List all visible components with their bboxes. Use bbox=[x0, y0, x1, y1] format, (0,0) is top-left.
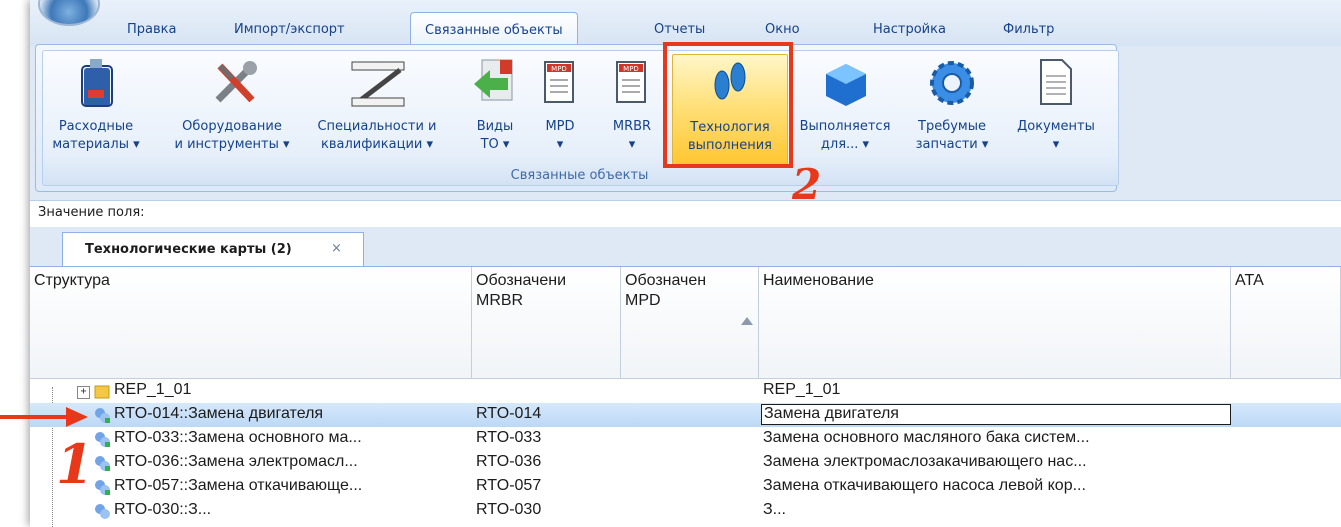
specialties-button[interactable]: Специальности и квалификации ▾ bbox=[312, 54, 442, 166]
mpd-label-2: ▾ bbox=[556, 137, 564, 152]
table-row[interactable]: RTO-033::Замена основного ма... RTO-033 … bbox=[30, 427, 1341, 451]
structure-cell: RTO-036::Замена электромасл... bbox=[114, 453, 358, 470]
tab-filter[interactable]: Фильтр bbox=[1003, 22, 1054, 37]
required-parts-label-1: Требумые bbox=[918, 119, 986, 134]
equipment-label-2: и инструменты ▾ bbox=[174, 137, 290, 152]
table-row[interactable]: RTO-036::Замена электромасл... RTO-036 З… bbox=[30, 451, 1341, 475]
maintenance-types-button[interactable]: Виды ТО ▾ bbox=[474, 54, 516, 166]
column-header-ata[interactable]: ATA bbox=[1231, 267, 1341, 379]
table-row[interactable]: + REP_1_01 REP_1_01 bbox=[30, 379, 1341, 403]
close-icon[interactable]: × bbox=[331, 241, 342, 256]
ruler-icon bbox=[351, 61, 405, 107]
column-header-mrbr-line2: MRBR bbox=[476, 292, 524, 309]
document-icon bbox=[1040, 59, 1072, 105]
name-cell: Замена электромаслозакачивающего нас... bbox=[763, 453, 1087, 470]
consumables-label-2: материалы ▾ bbox=[52, 137, 140, 152]
structure-cell: REP_1_01 bbox=[114, 381, 192, 398]
required-parts-label-2: запчасти ▾ bbox=[915, 137, 989, 152]
column-header-mpd-line2: MPD bbox=[625, 292, 661, 309]
maintenance-types-label-1: Виды bbox=[476, 119, 514, 134]
ribbon-group-label: Связанные объекты bbox=[510, 168, 649, 183]
mrbr-label-1: MRBR bbox=[612, 119, 652, 134]
performed-for-label-1: Выполняется bbox=[799, 119, 891, 134]
tab-reports[interactable]: Отчеты bbox=[654, 22, 705, 37]
column-header-mpd[interactable]: Обозначен MPD bbox=[621, 267, 759, 379]
tech-card-icon bbox=[95, 456, 110, 471]
expand-icon[interactable]: + bbox=[77, 386, 90, 399]
mpd-doc-icon: MPD bbox=[544, 61, 574, 103]
mrbr-cell: RTO-030 bbox=[476, 501, 542, 518]
name-cell: Замена основного масляного бака систем..… bbox=[763, 429, 1090, 446]
name-cell: Замена откачивающего насоса левой кор... bbox=[763, 477, 1086, 494]
equipment-label-1: Оборудование bbox=[182, 119, 282, 134]
tech-card-icon bbox=[95, 432, 110, 447]
app-orb-icon[interactable] bbox=[38, 0, 100, 26]
name-cell: З... bbox=[763, 501, 786, 518]
structure-cell: RTO-014::Замена двигателя bbox=[114, 405, 324, 422]
equipment-tools-button[interactable]: Оборудование и инструменты ▾ bbox=[168, 54, 296, 166]
mpd-button[interactable]: MPD MPD ▾ bbox=[538, 54, 582, 166]
consumables-button[interactable]: Расходные материалы ▾ bbox=[44, 54, 148, 166]
mrbr-cell: RTO-033 bbox=[476, 429, 542, 446]
mrbr-cell: RTO-036 bbox=[476, 453, 542, 470]
required-parts-button[interactable]: Требумые запчасти ▾ bbox=[904, 54, 1000, 166]
table-row-selected[interactable]: RTO-014::Замена двигателя RTO-014 Замена… bbox=[30, 403, 1341, 427]
column-header-mpd-line1: Обозначен bbox=[625, 272, 707, 289]
tab-edit[interactable]: Правка bbox=[127, 22, 176, 37]
tab-tech-cards[interactable]: Технологические карты (2) × bbox=[62, 232, 364, 267]
mrbr-doc-icon: MPD bbox=[616, 61, 646, 103]
structure-cell: RTO-033::Замена основного ма... bbox=[114, 429, 362, 446]
consumables-label-1: Расходные bbox=[58, 119, 134, 134]
svg-text:MPD: MPD bbox=[551, 65, 567, 73]
mpd-label-1: MPD bbox=[545, 119, 575, 134]
sort-asc-icon bbox=[741, 317, 753, 325]
performed-for-button[interactable]: Выполняется для... ▾ bbox=[788, 54, 902, 166]
blue-cube-icon bbox=[826, 64, 866, 106]
mrbr-label-2: ▾ bbox=[628, 137, 636, 152]
tech-card-icon bbox=[95, 408, 110, 423]
tech-cards-grid: Структура Обозначени MRBR Обозначен MPD … bbox=[30, 266, 1341, 527]
oil-can-icon bbox=[81, 59, 113, 107]
gear-icon bbox=[930, 61, 974, 105]
highlight-box bbox=[663, 42, 793, 168]
mrbr-cell: RTO-057 bbox=[476, 477, 542, 494]
tools-icon bbox=[215, 61, 257, 103]
structure-cell: RTO-030::З... bbox=[114, 501, 212, 518]
performed-for-label-2: для... ▾ bbox=[820, 137, 870, 152]
table-row[interactable]: RTO-057::Замена откачивающе... RTO-057 З… bbox=[30, 475, 1341, 499]
column-header-mrbr[interactable]: Обозначени MRBR bbox=[472, 267, 621, 379]
tab-import-export[interactable]: Импорт/экспорт bbox=[234, 22, 345, 37]
field-value-label: Значение поля: bbox=[38, 205, 145, 220]
column-header-structure[interactable]: Структура bbox=[30, 267, 472, 379]
tab-settings[interactable]: Настройка bbox=[873, 22, 946, 37]
specialties-label-1: Специальности и bbox=[317, 119, 437, 134]
tab-tech-cards-label: Технологические карты (2) bbox=[85, 242, 292, 257]
field-value-bar: Значение поля: bbox=[30, 200, 1341, 228]
name-cell[interactable]: Замена двигателя bbox=[764, 405, 899, 423]
structure-cell: RTO-057::Замена откачивающе... bbox=[114, 477, 363, 494]
mrbr-cell: RTO-014 bbox=[476, 405, 542, 422]
tech-card-icon bbox=[95, 504, 110, 519]
folder-icon bbox=[94, 385, 110, 399]
documents-button[interactable]: Документы ▾ bbox=[1006, 54, 1106, 166]
table-row[interactable]: RTO-030::З... RTO-030 З... bbox=[30, 499, 1341, 523]
tech-card-icon bbox=[95, 480, 110, 495]
maintenance-types-label-2: ТО ▾ bbox=[480, 137, 510, 152]
annotation-arrow-icon bbox=[0, 407, 88, 427]
specialties-label-2: квалификации ▾ bbox=[320, 137, 434, 152]
documents-label-1: Документы bbox=[1017, 119, 1095, 134]
documents-label-2: ▾ bbox=[1052, 137, 1060, 152]
column-header-name[interactable]: Наименование bbox=[759, 267, 1231, 379]
annotation-1: 1 bbox=[56, 432, 94, 496]
svg-text:MPD: MPD bbox=[623, 65, 639, 73]
tab-window[interactable]: Окно bbox=[765, 22, 800, 37]
arrow-doc-icon bbox=[474, 59, 513, 101]
tab-related-objects[interactable]: Связанные объекты bbox=[410, 12, 578, 46]
name-cell: REP_1_01 bbox=[763, 381, 841, 398]
mrbr-button[interactable]: MPD MRBR ▾ bbox=[606, 54, 658, 166]
column-header-mrbr-line1: Обозначени bbox=[476, 272, 567, 289]
